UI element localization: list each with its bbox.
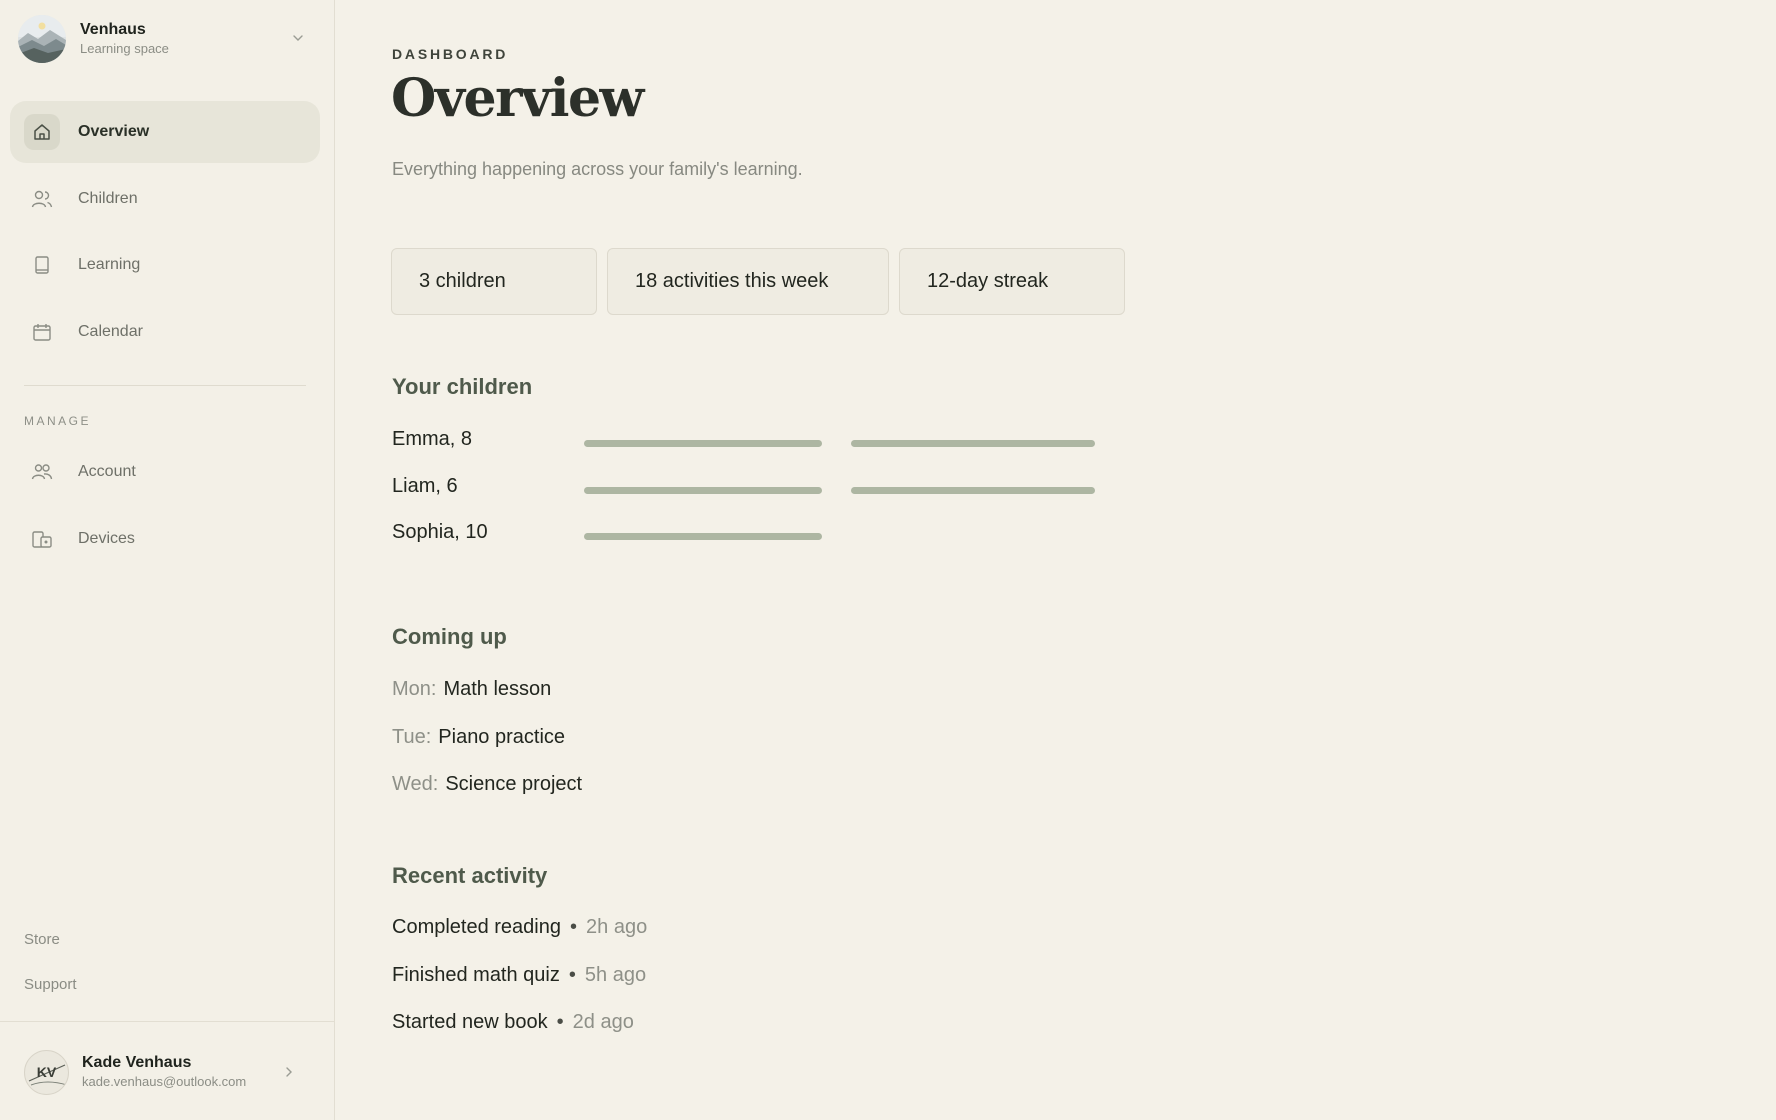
sidebar-item-account[interactable]: Account [10, 441, 320, 503]
calendar-icon [24, 314, 60, 350]
event-title: Piano practice [438, 725, 566, 748]
stat-children: 3 children [391, 248, 597, 315]
recent-activity-heading: Recent activity [392, 863, 548, 888]
list-item: Mon: Math lesson [392, 678, 582, 726]
separator-dot: • [568, 963, 576, 986]
separator-dot: • [570, 916, 578, 938]
event-title: Math lesson [443, 678, 552, 700]
list-item: Started new book • 2d ago [392, 1011, 647, 1059]
event-day: Mon: [392, 678, 437, 700]
workspace-subtitle: Learning space [80, 41, 169, 56]
user-email: kade.venhaus@outlook.com [82, 1074, 247, 1089]
child-name: Emma, 8 [392, 428, 473, 450]
progress-bar [584, 486, 822, 494]
account-icon [24, 454, 60, 490]
recent-activity-list: Completed reading • 2h ago Finished math q… [392, 916, 647, 1059]
page-eyebrow: DASHBOARD [392, 46, 509, 62]
main-content: DASHBOARD Overview Everything happening … [335, 0, 1776, 1120]
sidebar-item-label: Children [78, 189, 138, 207]
workspace-logo [18, 15, 66, 63]
child-name: Sophia, 10 [392, 521, 488, 543]
event-title: Science project [445, 773, 583, 795]
progress-bar [851, 440, 1095, 447]
workspace-name: Venhaus [80, 21, 146, 38]
sidebar-item-label: Calendar [78, 322, 143, 340]
sidebar-item-children[interactable]: Children [10, 168, 320, 230]
stat-activities: 18 activities this week [607, 248, 889, 315]
list-item: Finished math quiz • 5h ago [392, 964, 647, 1012]
sidebar-item-label: Overview [78, 123, 150, 140]
child-name: Liam, 6 [392, 474, 458, 497]
sidebar-item-label: Account [78, 463, 136, 480]
child-row[interactable]: Liam, 6 [392, 474, 1095, 522]
child-row[interactable]: Emma, 8 [392, 428, 1095, 475]
activity-time: 5h ago [584, 963, 647, 986]
list-item: Tue: Piano practice [392, 726, 582, 774]
sidebar-item-calendar[interactable]: Calendar [10, 301, 320, 363]
sidebar: Venhaus Learning space Overview Children [0, 0, 335, 1120]
footer-links: Store Support [24, 930, 77, 1020]
progress-bar [851, 486, 1095, 494]
page-subtitle: Everything happening across your family'… [392, 159, 803, 179]
child-row[interactable]: Sophia, 10 [392, 521, 1092, 568]
progress-bar [584, 533, 822, 540]
activity-text: Finished math quiz [392, 963, 560, 986]
sidebar-divider [24, 385, 306, 386]
children-list: Emma, 8 Liam, 6 Sophia, 10 [392, 428, 1095, 568]
list-item: Completed reading • 2h ago [392, 916, 647, 964]
book-icon [24, 247, 60, 283]
sidebar-item-devices[interactable]: Devices [10, 508, 320, 570]
activity-text: Completed reading [392, 916, 561, 938]
event-day: Wed: [392, 773, 439, 795]
activity-time: 2h ago [586, 916, 648, 938]
user-divider [0, 1021, 334, 1022]
home-icon [24, 114, 60, 150]
avatar: KV [24, 1049, 69, 1095]
stats-row: 3 children 18 activities this week 12-da… [391, 248, 1125, 315]
store-link[interactable]: Store [24, 930, 77, 975]
devices-icon [24, 521, 60, 557]
sidebar-item-label: Devices [78, 529, 135, 547]
avatar-initials: KV [36, 1064, 57, 1080]
main-nav: Overview Children Learning Calendar [10, 101, 320, 367]
coming-up-list: Mon: Math lesson Tue: Piano practice Wed: S… [392, 678, 582, 821]
manage-section-label: MANAGE [24, 414, 92, 428]
sidebar-item-learning[interactable]: Learning [10, 234, 320, 296]
activity-text: Started new book [392, 1011, 548, 1033]
chevron-right-icon [286, 1067, 292, 1077]
workspace-switcher[interactable]: Venhaus Learning space [18, 14, 313, 64]
activity-time: 2d ago [572, 1011, 634, 1033]
progress-bar [584, 440, 822, 447]
sidebar-item-overview[interactable]: Overview [10, 101, 320, 163]
children-heading: Your children [392, 374, 533, 399]
users-icon [24, 181, 60, 217]
separator-dot: • [556, 1011, 564, 1033]
user-name: Kade Venhaus [82, 1054, 192, 1071]
chevron-down-icon[interactable] [291, 31, 305, 45]
list-item: Wed: Science project [392, 773, 582, 821]
page-title: Overview [391, 68, 644, 129]
manage-nav: Account Devices [10, 441, 320, 574]
event-day: Tue: [392, 725, 432, 748]
sidebar-item-label: Learning [78, 256, 141, 274]
support-link[interactable]: Support [24, 975, 77, 1020]
stat-streak: 12-day streak [899, 248, 1125, 315]
user-profile-button[interactable]: KV Kade Venhaus kade.venhaus@outlook.com [24, 1049, 304, 1095]
coming-up-heading: Coming up [392, 624, 507, 649]
